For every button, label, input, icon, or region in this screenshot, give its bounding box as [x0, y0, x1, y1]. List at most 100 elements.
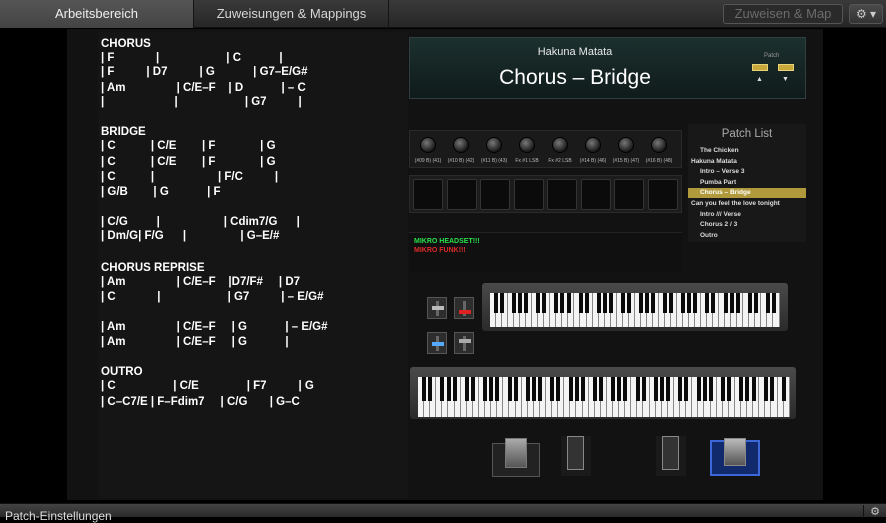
gear-icon[interactable]: ⚙	[863, 505, 886, 518]
black-key[interactable]	[653, 377, 658, 401]
knob-control[interactable]	[552, 137, 568, 153]
black-key[interactable]	[666, 377, 671, 401]
volume-pedal[interactable]	[710, 438, 760, 476]
black-key[interactable]	[494, 293, 499, 314]
black-key[interactable]	[518, 293, 523, 314]
knob-control[interactable]	[519, 137, 535, 153]
black-key[interactable]	[507, 377, 512, 401]
upper-keyboard[interactable]	[490, 293, 780, 327]
black-key[interactable]	[531, 377, 536, 401]
black-key[interactable]	[639, 293, 643, 314]
black-key[interactable]	[580, 377, 585, 401]
black-key[interactable]	[542, 293, 547, 314]
black-key[interactable]	[489, 377, 494, 401]
black-key[interactable]	[641, 377, 646, 401]
patch-list-item[interactable]: Outro	[688, 231, 806, 241]
soft-pedal[interactable]	[656, 436, 686, 476]
black-key[interactable]	[599, 377, 603, 401]
black-key[interactable]	[635, 377, 640, 401]
drum-pad[interactable]	[547, 179, 577, 210]
black-key[interactable]	[495, 377, 500, 401]
patch-list-item[interactable]: Intro – Verse 3	[688, 167, 806, 177]
drawbar-control-3[interactable]	[427, 332, 447, 354]
black-key[interactable]	[452, 377, 457, 401]
black-key[interactable]	[592, 377, 597, 401]
lower-keyboard[interactable]	[418, 377, 790, 417]
black-key[interactable]	[596, 293, 601, 314]
black-key[interactable]	[464, 377, 469, 401]
black-key[interactable]	[524, 293, 529, 314]
black-key[interactable]	[560, 293, 565, 314]
drawbar-control-2[interactable]	[454, 297, 474, 319]
black-key[interactable]	[727, 377, 732, 401]
black-key[interactable]	[684, 377, 689, 401]
black-key[interactable]	[554, 293, 559, 314]
black-key[interactable]	[693, 293, 698, 314]
black-key[interactable]	[500, 293, 505, 314]
expression-pedal[interactable]	[492, 438, 540, 477]
black-key[interactable]	[525, 377, 530, 401]
tab-arbeitsbereich[interactable]: Arbeitsbereich	[0, 0, 194, 28]
black-key[interactable]	[687, 293, 692, 314]
black-key[interactable]	[566, 293, 571, 314]
drawbar-control-1[interactable]	[427, 297, 447, 319]
black-key[interactable]	[739, 377, 744, 401]
black-key[interactable]	[771, 293, 776, 314]
black-key[interactable]	[705, 293, 710, 314]
black-key[interactable]	[765, 293, 770, 314]
patch-prev-button[interactable]	[752, 64, 768, 71]
black-key[interactable]	[678, 377, 683, 401]
black-key[interactable]	[536, 293, 541, 314]
black-key[interactable]	[512, 293, 517, 314]
black-key[interactable]	[538, 377, 542, 401]
patch-list-item[interactable]: Pumba Part	[688, 178, 806, 188]
black-key[interactable]	[660, 377, 664, 401]
patch-next-button[interactable]	[778, 64, 794, 71]
black-key[interactable]	[623, 377, 628, 401]
black-key[interactable]	[608, 293, 613, 314]
knob-control[interactable]	[486, 137, 502, 153]
patch-list-song[interactable]: Hakuna Matata	[688, 157, 806, 167]
black-key[interactable]	[769, 377, 774, 401]
black-key[interactable]	[735, 293, 740, 314]
black-key[interactable]	[568, 377, 573, 401]
patch-list-item[interactable]: Chorus – Bridge	[688, 188, 806, 199]
knob-control[interactable]	[651, 137, 667, 153]
black-key[interactable]	[611, 377, 616, 401]
drum-pad[interactable]	[480, 179, 510, 210]
black-key[interactable]	[620, 293, 625, 314]
black-key[interactable]	[763, 377, 768, 401]
knob-control[interactable]	[585, 137, 601, 153]
patch-list-item[interactable]: The Chicken	[688, 146, 806, 156]
patch-list-item[interactable]: Intro /// Verse	[688, 210, 806, 220]
black-key[interactable]	[446, 377, 451, 401]
black-key[interactable]	[711, 293, 716, 314]
drum-pad[interactable]	[580, 179, 611, 210]
black-key[interactable]	[556, 377, 561, 401]
gear-icon[interactable]: ⚙ ▾	[849, 4, 883, 24]
black-key[interactable]	[513, 377, 518, 401]
black-key[interactable]	[578, 293, 583, 314]
black-key[interactable]	[617, 377, 622, 401]
black-key[interactable]	[708, 377, 713, 401]
sustain-pedal[interactable]	[561, 436, 591, 476]
patch-list-song[interactable]: Can you feel the love tonight	[688, 199, 806, 209]
black-key[interactable]	[483, 377, 488, 401]
tab-zuweisungen[interactable]: Zuweisungen & Mappings	[195, 0, 389, 28]
drum-pad[interactable]	[614, 179, 644, 210]
black-key[interactable]	[696, 377, 701, 401]
black-key[interactable]	[470, 377, 475, 401]
black-key[interactable]	[645, 293, 650, 314]
black-key[interactable]	[721, 377, 725, 401]
black-key[interactable]	[681, 293, 686, 314]
drum-pad[interactable]	[513, 179, 544, 210]
knob-control[interactable]	[420, 137, 436, 153]
black-key[interactable]	[602, 293, 607, 314]
black-key[interactable]	[702, 377, 707, 401]
knob-control[interactable]	[618, 137, 634, 153]
black-key[interactable]	[584, 293, 589, 314]
knob-control[interactable]	[453, 137, 469, 153]
black-key[interactable]	[574, 377, 579, 401]
black-key[interactable]	[782, 377, 786, 401]
drum-pad[interactable]	[413, 179, 443, 210]
